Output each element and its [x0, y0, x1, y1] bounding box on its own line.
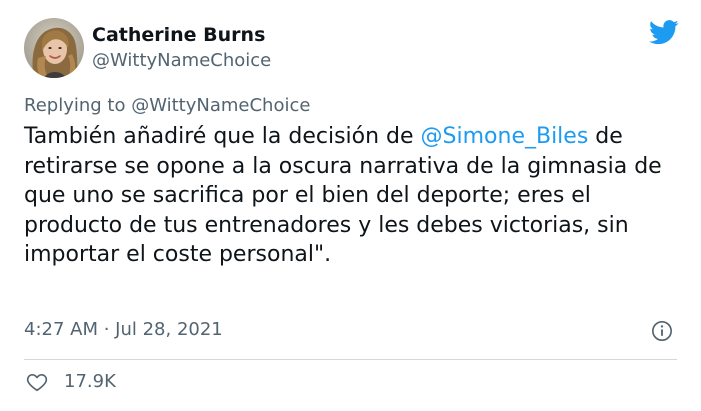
replying-to-prefix: Replying to: [24, 95, 132, 116]
author-names: Catherine Burns @WittyNameChoice: [92, 23, 271, 73]
tweet-text-part1: También añadiré que la decisión de: [24, 124, 421, 149]
like-count: 17.9K: [64, 371, 116, 392]
author-handle[interactable]: @WittyNameChoice: [92, 49, 271, 73]
tweet-header: Catherine Burns @WittyNameChoice: [24, 18, 271, 78]
avatar[interactable]: [24, 18, 84, 78]
heart-icon: [26, 374, 48, 392]
avatar-image: [24, 18, 84, 78]
replying-to: Replying to @WittyNameChoice: [24, 94, 310, 118]
replying-to-handle[interactable]: @WittyNameChoice: [131, 95, 310, 116]
author-display-name[interactable]: Catherine Burns: [92, 23, 271, 47]
twitter-bird-icon[interactable]: [649, 20, 679, 45]
divider: [24, 359, 677, 360]
tweet-timestamp[interactable]: 4:27 AM · Jul 28, 2021: [24, 318, 223, 342]
mention-link[interactable]: @Simone_Biles: [421, 124, 589, 149]
like-button[interactable]: 17.9K: [26, 370, 116, 394]
tweet-card: Catherine Burns @WittyNameChoice Replyin…: [0, 0, 701, 411]
info-icon[interactable]: [651, 320, 673, 342]
tweet-text: También añadiré que la decisión de @Simo…: [24, 122, 684, 270]
